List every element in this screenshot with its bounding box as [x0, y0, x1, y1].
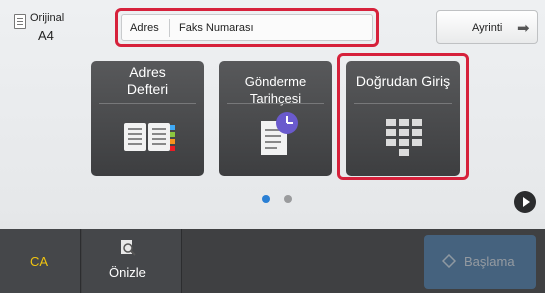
arrow-right-icon: ➡ [517, 20, 530, 37]
next-page-button[interactable] [514, 191, 536, 213]
keypad-icon [386, 119, 422, 156]
direct-entry-button[interactable]: Doğrudan Giriş [346, 61, 460, 176]
send-history-button[interactable]: Gönderme Tarihçesi [219, 61, 332, 176]
preview-button[interactable]: Önizle [82, 229, 182, 293]
address-book-button[interactable]: Adres Defteri [91, 61, 204, 176]
start-diamond-icon [442, 254, 456, 268]
send-history-icon [261, 112, 298, 155]
detail-button[interactable]: Ayrinti ➡ [436, 10, 538, 44]
preview-magnifier-icon [121, 240, 136, 256]
detail-button-label: Ayrinti [472, 22, 503, 34]
original-size-value: A4 [38, 28, 54, 43]
fax-number-input[interactable]: Faks Numarası [179, 22, 254, 34]
address-key-label[interactable]: Adres [130, 22, 159, 34]
clear-all-button[interactable]: CA [0, 229, 81, 293]
original-size-indicator[interactable]: Orijinal A4 [14, 12, 74, 44]
tile-divider [354, 103, 452, 104]
document-icon [14, 14, 26, 29]
page-indicator-inactive[interactable] [284, 195, 292, 203]
address-book-label-line2: Defteri [126, 81, 169, 97]
start-label: Başlama [464, 254, 515, 269]
send-history-label: Gönderme Tarihçesi [244, 74, 307, 106]
original-label: Orijinal [30, 12, 65, 24]
address-field[interactable]: Adres Faks Numarası [121, 14, 373, 41]
address-divider [169, 19, 170, 37]
address-book-icon [124, 123, 175, 151]
clear-all-label: CA [30, 254, 49, 269]
tile-divider [227, 103, 324, 104]
address-book-label-line1: Adres [129, 64, 166, 80]
preview-label: Önizle [109, 265, 146, 280]
fax-easy-screen: Orijinal A4 Adres Faks Numarası Ayrinti … [0, 0, 545, 293]
direct-entry-label: Doğrudan Giriş [355, 73, 451, 89]
page-indicator-active [262, 195, 270, 203]
start-button[interactable]: Başlama [424, 235, 536, 289]
tile-divider [99, 103, 196, 104]
